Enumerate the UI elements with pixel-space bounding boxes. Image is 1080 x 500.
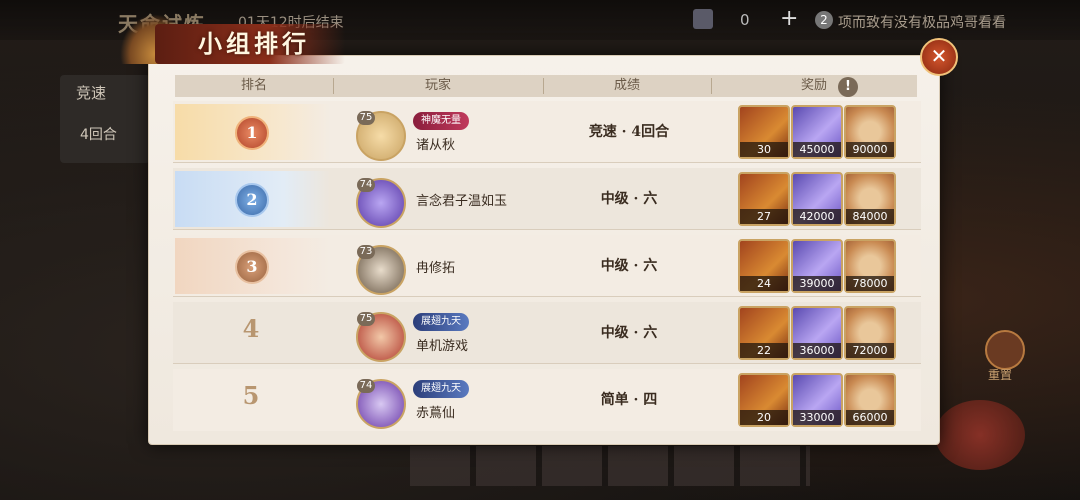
reward-crystal-icon[interactable]: 36000 [791,306,843,360]
player-title-badge: 展翅九天 [413,313,469,331]
rank-number: 5 [242,381,260,410]
tip-badge: 2 [815,11,833,29]
table-row[interactable]: 1 75 神魔无量 诸从秋 竞速 · 4回合 30 45000 90000 [173,101,921,163]
side-mode-label: 竞速 [76,84,107,102]
reward-coin-icon[interactable]: 66000 [844,373,896,427]
player-score: 中级 · 六 [600,325,658,341]
player-title-badge: 展翅九天 [413,380,469,398]
header-reward: 奖励 [800,78,827,93]
tip-text: 项而致有没有极品鸡哥看看 [838,15,1006,31]
header-score: 成绩 [613,78,640,93]
reward-qty: 30 [740,142,788,157]
background-card-strip [410,446,810,486]
challenge-badge-icon[interactable] [935,400,1025,470]
player-score: 竞速 · 4回合 [588,124,670,140]
player-level: 74 [357,379,375,393]
reward-chest-icon[interactable]: 30 [738,105,790,159]
player-name: 冉修拓 [416,261,456,276]
player-score: 简单 · 四 [600,392,658,408]
header-rank: 排名 [240,78,267,93]
reward-qty: 84000 [846,209,894,224]
silver-medal-icon: 2 [235,183,269,217]
currency-count: 0 [740,11,750,29]
row-divider [173,162,921,163]
table-row[interactable]: 2 74 言念君子温如玉 中级 · 六 27 42000 84000 [173,168,921,230]
player-name: 单机游戏 [416,339,469,354]
reward-qty: 20 [740,410,788,425]
reward-chest-icon[interactable]: 22 [738,306,790,360]
row-divider [173,296,921,297]
player-score: 中级 · 六 [600,191,658,207]
reward-coin-icon[interactable]: 90000 [844,105,896,159]
reward-chest-icon[interactable]: 24 [738,239,790,293]
player-level: 75 [357,111,375,125]
reward-crystal-icon[interactable]: 39000 [791,239,843,293]
table-row[interactable]: 5 74 展翅九天 赤蔦仙 简单 · 四 20 33000 66000 [173,369,921,431]
reset-icon[interactable] [985,330,1025,370]
add-currency-button[interactable]: + [780,6,798,31]
row-divider [173,229,921,230]
player-level: 73 [357,245,375,259]
reward-coin-icon[interactable]: 78000 [844,239,896,293]
reward-qty: 45000 [793,142,841,157]
currency-icon [693,9,713,29]
player-name: 诸从秋 [416,138,456,153]
reward-qty: 66000 [846,410,894,425]
reward-qty: 39000 [793,276,841,291]
side-rounds-label: 4回合 [80,127,117,143]
reward-crystal-icon[interactable]: 33000 [791,373,843,427]
reward-qty: 78000 [846,276,894,291]
reward-qty: 36000 [793,343,841,358]
close-button[interactable]: ✕ [920,38,958,76]
player-title-badge: 神魔无量 [413,112,469,130]
reward-info-icon[interactable]: ! [838,77,858,97]
reward-qty: 22 [740,343,788,358]
table-row[interactable]: 4 75 展翅九天 单机游戏 中级 · 六 22 36000 72000 [173,302,921,364]
reset-label: 重置 [988,368,1013,382]
player-score: 中级 · 六 [600,258,658,274]
bronze-medal-icon: 3 [235,250,269,284]
reward-chest-icon[interactable]: 27 [738,172,790,226]
row-divider [173,363,921,364]
gold-medal-icon: 1 [235,116,269,150]
reward-crystal-icon[interactable]: 42000 [791,172,843,226]
reward-qty: 27 [740,209,788,224]
reward-qty: 42000 [793,209,841,224]
reward-coin-icon[interactable]: 72000 [844,306,896,360]
reward-qty: 33000 [793,410,841,425]
player-name: 言念君子温如玉 [416,194,508,209]
reward-qty: 72000 [846,343,894,358]
header-player: 玩家 [424,78,451,93]
player-level: 75 [357,312,375,326]
reward-qty: 24 [740,276,788,291]
table-header: 排名 玩家 成绩 奖励 [175,75,917,97]
reward-coin-icon[interactable]: 84000 [844,172,896,226]
player-name: 赤蔦仙 [416,406,456,421]
table-row[interactable]: 3 73 冉修拓 中级 · 六 24 39000 78000 [173,235,921,297]
reward-crystal-icon[interactable]: 45000 [791,105,843,159]
dialog-title: 小组排行 [198,29,310,58]
reward-chest-icon[interactable]: 20 [738,373,790,427]
player-level: 74 [357,178,375,192]
rank-number: 4 [242,314,260,343]
reward-qty: 90000 [846,142,894,157]
